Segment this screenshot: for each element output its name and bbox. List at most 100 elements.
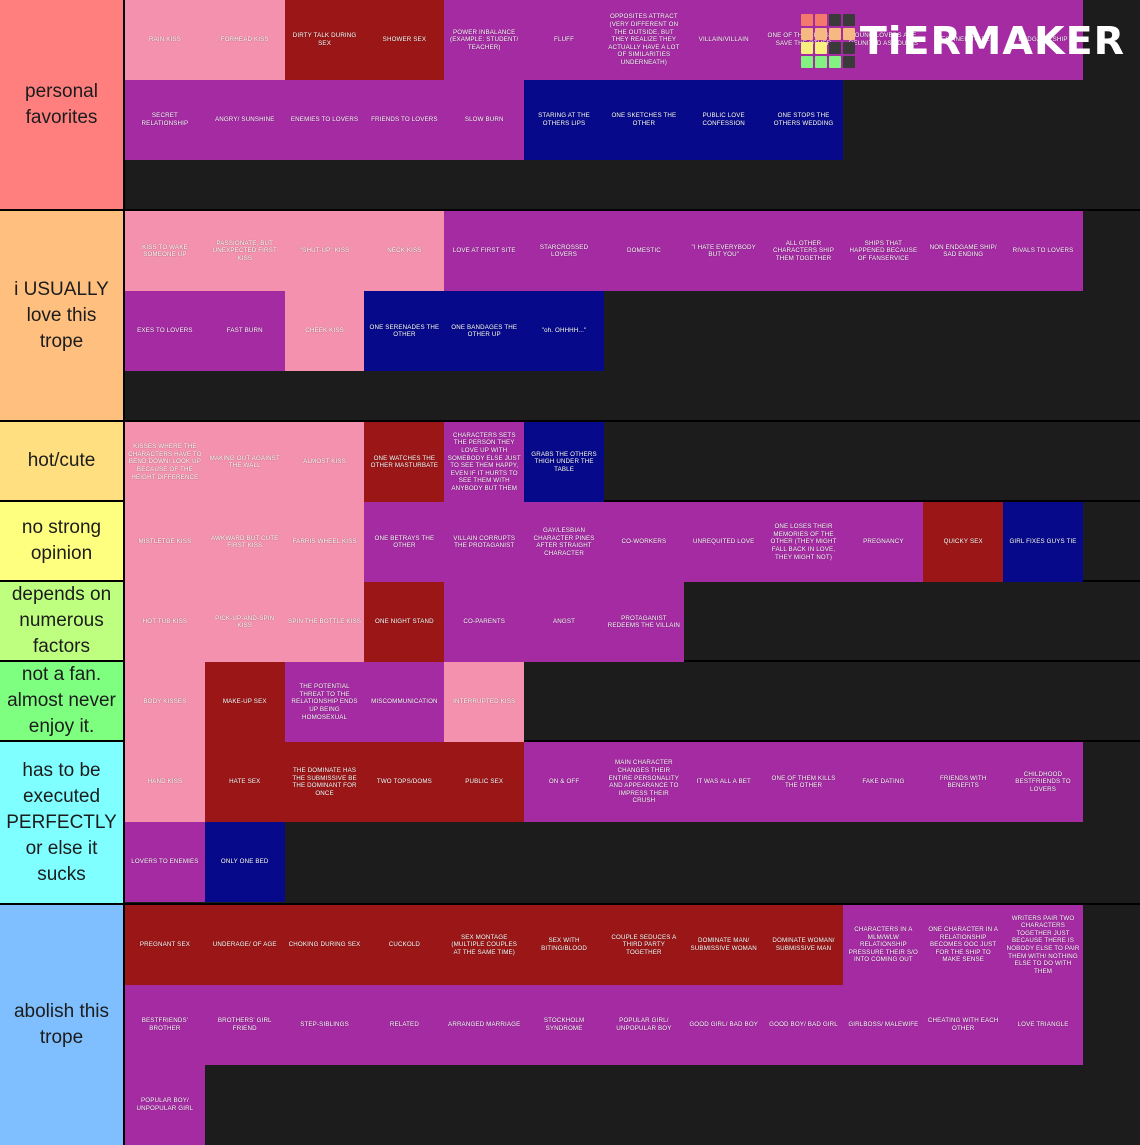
tier-item-tile[interactable]: PUBLIC SEX bbox=[444, 742, 525, 823]
tier-item-tile[interactable]: SEX MONTAGE (MULTIPLE COUPLES AT THE SAM… bbox=[444, 905, 525, 985]
tier-item-tile[interactable]: CO-WORKERS bbox=[603, 502, 684, 583]
tier-item-tile[interactable]: QUICKY SEX bbox=[923, 502, 1004, 583]
tier-item-tile[interactable]: GOOD GIRL/ BAD BOY bbox=[683, 985, 764, 1065]
tier-item-tile[interactable]: KISSES WHERE THE CHARACTERS HAVE TO BEND… bbox=[125, 422, 205, 503]
tier-item-tile[interactable]: ONE NIGHT STAND bbox=[364, 582, 445, 663]
tier-item-tile[interactable]: ONE LOSES THEIR MEMORIES OF THE OTHER (T… bbox=[763, 502, 844, 583]
tier-item-tile[interactable]: GAY/LESBIAN CHARACTER PINES AFTER STRAIG… bbox=[524, 502, 604, 583]
tier-item-tile[interactable]: SHOWER SEX bbox=[364, 0, 445, 80]
tier-label[interactable]: abolish this trope bbox=[0, 905, 125, 1145]
tier-item-tile[interactable]: RELATED bbox=[364, 985, 445, 1065]
tier-item-tile[interactable]: HAND KISS bbox=[125, 742, 205, 823]
tier-item-tile[interactable]: MAKING OUT AGAINST THE WALL bbox=[204, 422, 285, 503]
tier-item-tile[interactable]: CHEATING WITH EACH OTHER bbox=[923, 985, 1004, 1065]
tier-item-tile[interactable]: THE POTENTIAL THREAT TO THE RELATIONSHIP… bbox=[284, 662, 365, 743]
tier-item-tile[interactable]: FLUFF bbox=[524, 0, 604, 80]
tier-item-tile[interactable]: PREGNANCY bbox=[843, 502, 924, 583]
tier-item-tile[interactable]: MAKE-UP SEX bbox=[204, 662, 285, 743]
tier-item-tile[interactable]: LOVE TRIANGLE bbox=[1003, 985, 1083, 1065]
tier-item-tile[interactable]: SHIPS THAT HAPPENED BECAUSE OF FANSERVIC… bbox=[843, 211, 924, 292]
tier-item-tile[interactable]: ONE OF THEM KILLS THE OTHER bbox=[763, 742, 844, 823]
tier-item-tile[interactable]: "oh. OHHHH..." bbox=[524, 291, 604, 372]
tier-item-tile[interactable]: MISTLETOE KISS bbox=[125, 502, 205, 583]
tier-item-tile[interactable]: GRABS THE OTHERS THIGH UNDER THE TABLE bbox=[524, 422, 604, 503]
tier-item-tile[interactable]: VILLAIN CORRUPTS THE PROTAGANIST bbox=[444, 502, 525, 583]
tier-item-tile[interactable]: OPPOSITES ATTRACT (VERY DIFFERENT ON THE… bbox=[603, 0, 684, 80]
tier-item-tile[interactable]: ONE BANDAGES THE OTHER UP bbox=[444, 291, 525, 372]
tier-item-tile[interactable]: PROTAGANIST REDEEMS THE VILLAIN bbox=[603, 582, 684, 663]
tier-item-tile[interactable]: FRIENDS TO LOVERS bbox=[364, 80, 445, 160]
tier-item-tile[interactable]: VILLAIN/VILLAIN bbox=[683, 0, 764, 80]
tier-items-container[interactable]: KISSES WHERE THE CHARACTERS HAVE TO BEND… bbox=[125, 422, 1140, 503]
tier-item-tile[interactable]: PICK-UP-AND-SPIN KISS bbox=[204, 582, 285, 663]
tier-item-tile[interactable]: ONE WATCHES THE OTHER MASTURBATE bbox=[364, 422, 445, 503]
tier-items-container[interactable]: KISS TO WAKE SOMEONE UP PASSIONATE, BUT U… bbox=[125, 211, 1140, 421]
tier-items-container[interactable]: HOT TUB KISS PICK-UP-AND-SPIN KISS SPIN TH… bbox=[125, 582, 1140, 663]
tier-item-tile[interactable]: ONE SKETCHES THE OTHER bbox=[603, 80, 684, 160]
tier-item-tile[interactable]: DIRTY TALK DURING SEX bbox=[284, 0, 365, 80]
tier-item-tile[interactable]: EXES TO LOVERS bbox=[125, 291, 205, 372]
tier-item-tile[interactable]: KISS TO WAKE SOMEONE UP bbox=[125, 211, 205, 292]
tier-item-tile[interactable]: BESTFRIENDS' BROTHER bbox=[125, 985, 205, 1065]
tier-item-tile[interactable]: ONE SERENADES THE OTHER bbox=[364, 291, 445, 372]
tier-item-tile[interactable]: HATE SEX bbox=[204, 742, 285, 823]
tier-item-tile[interactable]: FAKE DATING bbox=[843, 742, 924, 823]
tier-item-tile[interactable]: LOVERS TO ENEMIES bbox=[125, 822, 205, 903]
tier-item-tile[interactable]: BROTHERS' GIRL FRIEND bbox=[204, 985, 285, 1065]
tier-item-tile[interactable]: INTERRUPTED KISS bbox=[444, 662, 525, 743]
tier-item-tile[interactable]: POWER INBALANCE (EXAMPLE: STUDENT/ TEACH… bbox=[444, 0, 525, 80]
tier-item-tile[interactable]: DOMINATE MAN/ SUBMISSIVE WOMAN bbox=[683, 905, 764, 985]
tier-item-tile[interactable]: ENEMIES TO LOVERS bbox=[284, 80, 365, 160]
tier-item-tile[interactable]: ONE OF THEM DIES TO SAVE THE OTHER bbox=[763, 0, 844, 80]
tier-label[interactable]: personal favorites bbox=[0, 0, 125, 210]
tier-label[interactable]: no strong opinion bbox=[0, 502, 125, 581]
tier-item-tile[interactable]: CO-PARENTS bbox=[444, 582, 525, 663]
tier-item-tile[interactable]: DOMINATE WOMAN/ SUBMISSIVE MAN bbox=[763, 905, 844, 985]
tier-item-tile[interactable]: CHOKING DURING SEX bbox=[284, 905, 365, 985]
tier-item-tile[interactable]: TWO TOPS/DOMS bbox=[364, 742, 445, 823]
tier-item-tile[interactable]: ONE CHARACTER IN A RELATIONSHIP BECOMES … bbox=[923, 905, 1004, 985]
tier-item-tile[interactable]: MISCOMMUNICATION bbox=[364, 662, 445, 743]
tier-item-tile[interactable]: ANGRY/ SUNSHINE bbox=[204, 80, 285, 160]
tier-item-tile[interactable]: MAIN CHARACTER CHANGES THEIR ENTIRE PERS… bbox=[603, 742, 684, 823]
tier-item-tile[interactable]: ONLY ONE BED bbox=[204, 822, 285, 903]
tier-item-tile[interactable]: NON ENDGAME SHIP/ SAD ENDING bbox=[923, 211, 1004, 292]
tier-item-tile[interactable]: "SHUT-UP" KISS bbox=[284, 211, 365, 292]
tier-item-tile[interactable]: SPIN THE BOTTLE KISS bbox=[284, 582, 365, 663]
tier-item-tile[interactable]: ONE STOPS THE OTHERS WEDDING bbox=[763, 80, 844, 160]
tier-item-tile[interactable]: SECRET RELATIONSHIP bbox=[125, 80, 205, 160]
tier-label[interactable]: depends on numerous factors bbox=[0, 582, 125, 661]
tier-item-tile[interactable]: ALL OTHER CHARACTERS SHIP THEM TOGETHER bbox=[763, 211, 844, 292]
tier-item-tile[interactable]: PREGNANT SEX bbox=[125, 905, 205, 985]
tier-item-tile[interactable]: GIRLBOSS/ MALEWIFE bbox=[843, 985, 924, 1065]
tier-item-tile[interactable]: PUBLIC LOVE CONFESSION bbox=[683, 80, 764, 160]
tier-item-tile[interactable]: STARCROSSED LOVERS bbox=[524, 211, 604, 292]
tier-item-tile[interactable]: GOOD BOY/ BAD GIRL bbox=[763, 985, 844, 1065]
tier-item-tile[interactable]: STEP-SIBLINGS bbox=[284, 985, 365, 1065]
tier-item-tile[interactable]: UNREQUITED LOVE bbox=[683, 502, 764, 583]
tier-items-container[interactable]: PREGNANT SEX UNDERAGE/ OF AGE CHOKING DURI… bbox=[125, 905, 1140, 1145]
tier-label[interactable]: has to be executed PERFECTLY or else it … bbox=[0, 742, 125, 903]
tier-item-tile[interactable]: POPULAR BOY/ UNPOPULAR GIRL bbox=[125, 1065, 205, 1145]
tier-item-tile[interactable]: FRIENDS WITH BENEFITS bbox=[923, 742, 1004, 823]
tier-item-tile[interactable]: ANGST bbox=[524, 582, 604, 663]
tier-item-tile[interactable]: UNDERAGE/ OF AGE bbox=[204, 905, 285, 985]
tier-item-tile[interactable]: ONE BETRAYS THE OTHER bbox=[364, 502, 445, 583]
tier-items-container[interactable]: MISTLETOE KISS AWKWARD BUT CUTE FIRST KIS… bbox=[125, 502, 1140, 583]
tier-item-tile[interactable]: AWKWARD BUT CUTE FIRST KISS bbox=[204, 502, 285, 583]
tier-item-tile[interactable]: STOCKHOLM SYNDROME bbox=[524, 985, 604, 1065]
tier-item-tile[interactable]: NECK KISS bbox=[364, 211, 445, 292]
tier-item-tile[interactable]: CUCKOLD bbox=[364, 905, 445, 985]
tier-label[interactable]: not a fan. almost never enjoy it. bbox=[0, 662, 125, 741]
tier-item-tile[interactable]: WRITERS PAIR TWO CHARACTERS TOGETHER JUS… bbox=[1003, 905, 1083, 985]
tier-item-tile[interactable]: ENDGAME SHIP bbox=[1003, 0, 1083, 80]
tier-item-tile[interactable]: RAIN KISS bbox=[125, 0, 205, 80]
tier-items-container[interactable]: HAND KISS HATE SEX THE DOMINATE HAS THE SU… bbox=[125, 742, 1140, 903]
tier-item-tile[interactable]: DOMESTIC bbox=[603, 211, 684, 292]
tier-item-tile[interactable]: POPULAR GIRL/ UNPOPULAR BOY bbox=[603, 985, 684, 1065]
tier-item-tile[interactable]: PASSIONATE, BUT UNEXPECTED FIRST KISS bbox=[204, 211, 285, 292]
tier-item-tile[interactable]: THE DOMINATE HAS THE SUBMISSIVE BE THE D… bbox=[284, 742, 365, 823]
tier-label[interactable]: i USUALLY love this trope bbox=[0, 211, 125, 421]
tier-item-tile[interactable]: FARRIS WHEEL KISS bbox=[284, 502, 365, 583]
tier-item-tile[interactable]: ON & OFF bbox=[524, 742, 604, 823]
